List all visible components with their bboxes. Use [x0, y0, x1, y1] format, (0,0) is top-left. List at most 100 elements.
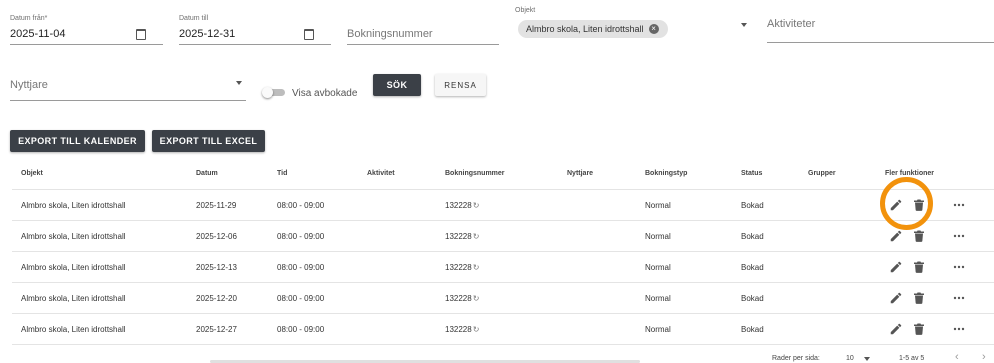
- object-label: Objekt: [515, 7, 536, 14]
- cell-status: Bokad: [741, 200, 764, 210]
- activities-placeholder: Aktiviteter: [767, 18, 816, 30]
- header-tid[interactable]: Tid: [277, 158, 287, 189]
- clear-button[interactable]: RENSA: [435, 74, 486, 96]
- pencil-icon[interactable]: [889, 322, 903, 336]
- cell-booking-number: 132228 ↻: [445, 314, 479, 344]
- cell-date: 2025-12-20: [196, 293, 237, 303]
- search-button[interactable]: SÖK: [373, 74, 421, 96]
- date-from-value[interactable]: 2025-11-04: [10, 28, 65, 40]
- refresh-icon: ↻: [472, 324, 480, 334]
- activities-field[interactable]: Aktiviteter: [767, 6, 994, 43]
- trash-icon[interactable]: [914, 230, 924, 242]
- header-nyttjare[interactable]: Nyttjare: [567, 158, 593, 189]
- trash-icon[interactable]: [914, 323, 924, 335]
- cell-type: Normal: [645, 293, 671, 303]
- table-row[interactable]: Almbro skola, Liten idrottshall 2025-11-…: [12, 190, 994, 221]
- more-horizontal-icon[interactable]: [953, 203, 965, 207]
- cell-time: 08:00 - 09:00: [277, 293, 325, 303]
- booking-number-text: 132228: [445, 324, 472, 334]
- header-aktivitet[interactable]: Aktivitet: [367, 158, 395, 189]
- booking-number-placeholder: Bokningsnummer: [347, 28, 433, 40]
- header-bokningstyp[interactable]: Bokningstyp: [645, 158, 687, 189]
- rows-per-page-select[interactable]: 10: [846, 355, 854, 362]
- rows-per-page-label: Rader per sida:: [772, 355, 820, 362]
- user-select[interactable]: Nyttjare: [10, 70, 246, 101]
- cell-booking-number: 132228 ↻: [445, 252, 479, 282]
- calendar-icon[interactable]: [304, 29, 314, 40]
- toggle-knob: [262, 87, 273, 98]
- booking-number-text: 132228: [445, 231, 472, 241]
- table-header: Objekt Datum Tid Aktivitet Bokningsnumme…: [12, 158, 994, 190]
- cell-time: 08:00 - 09:00: [277, 231, 325, 241]
- header-status[interactable]: Status: [741, 158, 762, 189]
- next-page-button[interactable]: ›: [982, 351, 986, 363]
- export-calendar-button[interactable]: EXPORT TILL KALENDER: [10, 130, 145, 152]
- cell-status: Bokad: [741, 293, 764, 303]
- cell-date: 2025-12-13: [196, 262, 237, 272]
- refresh-icon: ↻: [472, 231, 480, 241]
- refresh-icon: ↻: [472, 200, 480, 210]
- object-chip-label: Almbro skola, Liten idrottshall: [526, 24, 644, 34]
- booking-number-field[interactable]: Bokningsnummer: [347, 15, 499, 45]
- chip-close-icon[interactable]: ×: [648, 24, 659, 34]
- cell-date: 2025-12-27: [196, 324, 237, 334]
- pencil-icon[interactable]: [889, 229, 903, 243]
- cell-type: Normal: [645, 200, 671, 210]
- chevron-down-icon[interactable]: [864, 357, 870, 361]
- cell-time: 08:00 - 09:00: [277, 262, 325, 272]
- booking-number-text: 132228: [445, 293, 472, 303]
- cell-time: 08:00 - 09:00: [277, 324, 325, 334]
- chevron-down-icon[interactable]: [741, 23, 747, 27]
- date-to-field[interactable]: Datum till 2025-12-31: [179, 15, 331, 45]
- cell-date: 2025-12-06: [196, 231, 237, 241]
- show-cancelled-toggle[interactable]: [262, 87, 286, 98]
- header-datum[interactable]: Datum: [196, 158, 218, 189]
- cell-object: Almbro skola, Liten idrottshall: [21, 324, 126, 334]
- table-row[interactable]: Almbro skola, Liten idrottshall 2025-12-…: [12, 283, 994, 314]
- pencil-icon[interactable]: [889, 291, 903, 305]
- table-row[interactable]: Almbro skola, Liten idrottshall 2025-12-…: [12, 221, 994, 252]
- more-horizontal-icon[interactable]: [953, 327, 965, 331]
- refresh-icon: ↻: [472, 262, 480, 272]
- highlight-circle: [880, 177, 933, 230]
- cell-status: Bokad: [741, 324, 764, 334]
- cell-object: Almbro skola, Liten idrottshall: [21, 262, 126, 272]
- chevron-down-icon[interactable]: [236, 81, 242, 85]
- table-row[interactable]: Almbro skola, Liten idrottshall 2025-12-…: [12, 314, 994, 345]
- header-grupper[interactable]: Grupper: [808, 158, 836, 189]
- object-chip[interactable]: Almbro skola, Liten idrottshall ×: [518, 20, 668, 38]
- cell-status: Bokad: [741, 231, 764, 241]
- prev-page-button[interactable]: ‹: [955, 351, 959, 363]
- cell-object: Almbro skola, Liten idrottshall: [21, 200, 126, 210]
- date-to-value[interactable]: 2025-12-31: [179, 28, 235, 40]
- cell-date: 2025-11-29: [196, 200, 237, 210]
- date-from-label: Datum från*: [10, 15, 48, 22]
- more-horizontal-icon[interactable]: [953, 265, 965, 269]
- export-excel-button[interactable]: EXPORT TILL EXCEL: [152, 130, 265, 152]
- user-placeholder: Nyttjare: [10, 79, 48, 91]
- cell-type: Normal: [645, 262, 671, 272]
- cell-type: Normal: [645, 231, 671, 241]
- trash-icon[interactable]: [914, 261, 924, 273]
- booking-number-text: 132228: [445, 200, 472, 210]
- header-objekt[interactable]: Objekt: [21, 158, 43, 189]
- cell-object: Almbro skola, Liten idrottshall: [21, 231, 126, 241]
- show-cancelled-label: Visa avbokade: [292, 88, 358, 99]
- cell-object: Almbro skola, Liten idrottshall: [21, 293, 126, 303]
- date-to-label: Datum till: [179, 15, 209, 22]
- cell-booking-number: 132228 ↻: [445, 221, 479, 251]
- cell-time: 08:00 - 09:00: [277, 200, 325, 210]
- pagination-range: 1-5 av 5: [899, 355, 925, 362]
- date-from-field[interactable]: Datum från* 2025-11-04: [10, 15, 163, 45]
- pencil-icon[interactable]: [889, 260, 903, 274]
- bookings-table: Objekt Datum Tid Aktivitet Bokningsnumme…: [12, 158, 994, 345]
- more-horizontal-icon[interactable]: [953, 296, 965, 300]
- trash-icon[interactable]: [914, 292, 924, 304]
- cell-type: Normal: [645, 324, 671, 334]
- booking-number-text: 132228: [445, 262, 472, 272]
- more-horizontal-icon[interactable]: [953, 234, 965, 238]
- cell-booking-number: 132228 ↻: [445, 190, 479, 220]
- calendar-icon[interactable]: [136, 29, 146, 40]
- table-row[interactable]: Almbro skola, Liten idrottshall 2025-12-…: [12, 252, 994, 283]
- header-bokningsnummer[interactable]: Bokningsnummer: [445, 158, 505, 189]
